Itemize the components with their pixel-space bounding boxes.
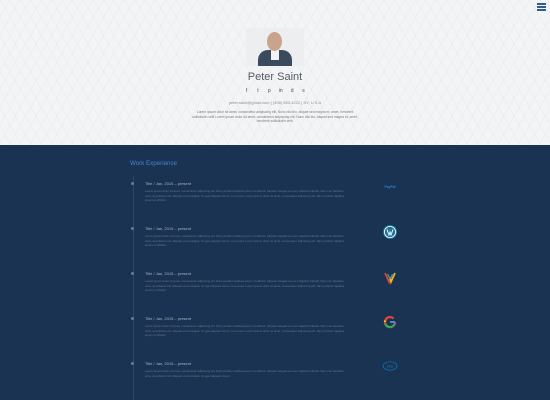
intel-logo: intel xyxy=(382,361,398,371)
timeline-dot xyxy=(131,182,134,185)
job-title: Title / Jan, 2015 – present xyxy=(145,316,192,321)
facebook-icon[interactable]: f xyxy=(242,88,252,94)
job-description: Lorem ipsum dolor sit amet, consectetur … xyxy=(145,189,345,203)
job-entry: Title / Jan, 2015 – present Lorem ipsum … xyxy=(0,361,550,400)
job-description: Lorem ipsum dolor sit amet, consectetur … xyxy=(145,279,345,293)
profile-name: Peter Saint xyxy=(247,71,303,83)
delicious-icon[interactable]: d xyxy=(287,88,297,94)
job-title: Title / Jan, 2015 – present xyxy=(145,361,192,366)
job-entry: Title / Jan, 2015 – present Lorem ipsum … xyxy=(0,271,550,313)
gmail-logo xyxy=(384,272,396,285)
intel-logo-text: intel xyxy=(387,364,394,368)
job-entry: Title / Jan, 2015 – present Lorem ipsum … xyxy=(0,181,550,223)
avatar xyxy=(246,28,304,66)
timeline-dot xyxy=(131,362,134,365)
avatar-shirt xyxy=(271,50,279,60)
job-entry: Title / Jan, 2015 – present Lorem ipsum … xyxy=(0,315,550,358)
timeline-dot xyxy=(131,227,134,230)
job-entry: Title / Jan, 2015 – present Lorem ipsum … xyxy=(0,225,550,268)
pinterest-icon[interactable]: p xyxy=(264,88,274,94)
job-description: Lorem ipsum dolor sit amet, consectetur … xyxy=(145,324,345,338)
contact-line: peter.saint@gmail.com | (408) 553-4222 |… xyxy=(228,100,322,105)
job-title: Title / Jan, 2015 – present xyxy=(145,226,192,231)
job-title: Title / Jan, 2015 – present xyxy=(145,181,192,186)
avatar-head xyxy=(267,32,282,51)
paypal-logo-text: PayPal xyxy=(384,185,395,189)
job-description: Lorem ipsum dolor sit amet, consectetur … xyxy=(145,369,344,378)
job-description: Lorem ipsum dolor sit amet, consectetur … xyxy=(145,234,345,248)
twitter-icon[interactable]: t xyxy=(253,88,263,94)
job-title: Title / Jan, 2015 – present xyxy=(145,271,192,276)
paypal-logo: PayPal xyxy=(384,185,395,189)
hamburger-menu-icon[interactable] xyxy=(537,3,546,11)
timeline-dot xyxy=(131,272,134,275)
google-logo xyxy=(383,315,397,329)
profile-bio: Lorem ipsum dolor sit amet, consectetur … xyxy=(192,110,358,124)
timeline-dot xyxy=(131,317,134,320)
social-links: f t p in d s xyxy=(0,88,550,94)
linkedin-icon[interactable]: in xyxy=(276,88,286,94)
profile-header: Peter Saint f t p in d s peter.saint@gma… xyxy=(0,0,550,145)
wordpress-logo xyxy=(383,225,397,239)
section-title: Work Experience xyxy=(130,160,177,167)
skype-icon[interactable]: s xyxy=(298,88,308,94)
